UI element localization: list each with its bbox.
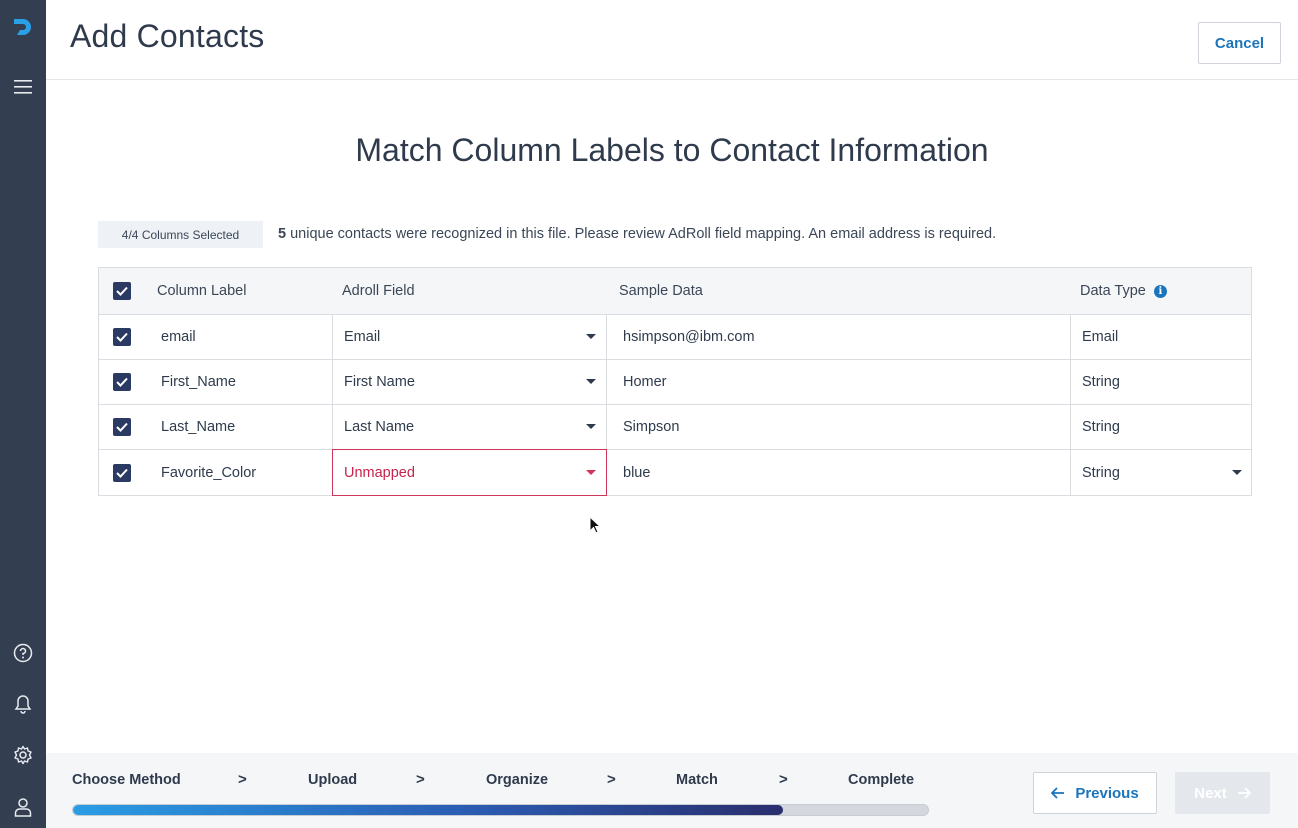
data-type: String: [1070, 360, 1252, 404]
mouse-cursor-icon: [589, 515, 602, 539]
page-header: Add Contacts Cancel: [46, 0, 1298, 80]
step-upload: Upload: [308, 772, 358, 788]
chevron-down-icon: [1232, 469, 1242, 475]
arrow-left-icon: [1051, 787, 1065, 799]
sidebar: [0, 0, 46, 828]
header-column-label: Column Label: [157, 283, 247, 299]
adroll-field-select[interactable]: First Name: [332, 360, 607, 404]
adroll-field-select[interactable]: Last Name: [332, 405, 607, 449]
table-row: Favorite_Color Unmapped blue String: [99, 449, 1252, 496]
bell-icon[interactable]: [11, 692, 35, 716]
page-title: Add Contacts: [70, 18, 265, 54]
column-label: Last_Name: [161, 419, 236, 435]
column-label: email: [161, 329, 196, 345]
table-row: email Email hsimpson@ibm.com Email: [99, 315, 1251, 360]
sample-data: Simpson: [623, 419, 680, 435]
cancel-button[interactable]: Cancel: [1198, 22, 1281, 64]
column-label: First_Name: [161, 374, 236, 390]
progress-fill: [73, 805, 783, 815]
step-separator: >: [779, 771, 788, 788]
chevron-down-icon: [586, 424, 596, 429]
sample-data: hsimpson@ibm.com: [623, 329, 755, 345]
summary-text: 5 unique contacts were recognized in thi…: [278, 226, 996, 242]
header-sample-data: Sample Data: [619, 283, 703, 299]
chevron-down-icon: [586, 334, 596, 339]
header-data-type-label: Data Type: [1080, 283, 1146, 299]
next-label: Next: [1194, 784, 1227, 802]
step-organize: Organize: [486, 772, 549, 788]
menu-icon[interactable]: [11, 75, 35, 99]
data-type-select[interactable]: String: [1070, 450, 1252, 495]
adroll-field-value: First Name: [344, 374, 415, 390]
gear-icon[interactable]: [11, 743, 35, 767]
table-row: Last_Name Last Name Simpson String: [99, 405, 1251, 450]
progress-bar: [72, 804, 929, 816]
select-all-checkbox[interactable]: [113, 282, 131, 300]
table-header: Column Label Adroll Field Sample Data Da…: [99, 268, 1251, 315]
sample-data: Homer: [623, 374, 667, 390]
summary-message: unique contacts were recognized in this …: [286, 226, 997, 242]
table-row: First_Name First Name Homer String: [99, 360, 1251, 405]
previous-button[interactable]: Previous: [1033, 772, 1157, 814]
summary-count: 5: [278, 226, 287, 242]
step-separator: >: [607, 771, 616, 788]
data-type: String: [1070, 405, 1252, 449]
adroll-field-value: Email: [344, 329, 381, 345]
adroll-field-select[interactable]: Email: [332, 315, 607, 359]
header-adroll-field: Adroll Field: [342, 283, 415, 299]
adroll-field-value: Last Name: [344, 419, 415, 435]
data-type-value: String: [1082, 464, 1120, 481]
row-checkbox[interactable]: [113, 463, 131, 482]
chevron-down-icon: [586, 379, 596, 384]
step-choose-method: Choose Method: [72, 772, 181, 788]
step-separator: >: [416, 771, 425, 788]
columns-selected-badge: 4/4 Columns Selected: [98, 221, 263, 248]
info-icon[interactable]: i: [1153, 284, 1167, 298]
adroll-field-value: Unmapped: [344, 464, 415, 481]
step-complete: Complete: [848, 772, 915, 788]
column-label: Favorite_Color: [161, 464, 257, 481]
help-icon[interactable]: [11, 641, 35, 665]
mapping-table: Column Label Adroll Field Sample Data Da…: [98, 267, 1252, 496]
row-checkbox[interactable]: [113, 328, 131, 346]
main-heading: Match Column Labels to Contact Informati…: [355, 132, 989, 168]
user-icon[interactable]: [11, 795, 35, 819]
row-checkbox[interactable]: [113, 373, 131, 391]
arrow-right-icon: [1237, 787, 1251, 799]
next-button[interactable]: Next: [1175, 772, 1270, 814]
data-type: Email: [1070, 315, 1252, 359]
step-separator: >: [238, 771, 247, 788]
row-checkbox[interactable]: [113, 418, 131, 436]
adroll-field-select-unmapped[interactable]: Unmapped: [332, 449, 607, 496]
footer-stepper: Choose Method > Upload > Organize > Matc…: [46, 753, 1298, 828]
logo-icon[interactable]: [11, 15, 35, 39]
header-data-type: Data Type i: [1080, 268, 1167, 314]
step-match: Match: [676, 772, 718, 788]
sample-data: blue: [623, 464, 651, 481]
chevron-down-icon: [586, 469, 596, 475]
previous-label: Previous: [1075, 784, 1139, 802]
